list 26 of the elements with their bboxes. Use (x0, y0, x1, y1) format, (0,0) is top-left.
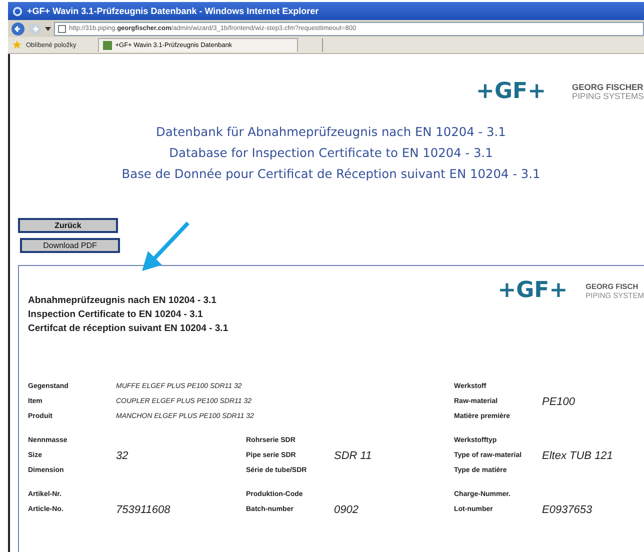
browser-icon (12, 6, 23, 16)
favorites-star-icon[interactable] (12, 40, 22, 50)
certificate-title: Inspection Certificate to EN 10204 - 3.1 (28, 309, 203, 320)
page-heading: Datenbank für Abnahmeprüfzeugnis nach EN 10204 - 3.1 (156, 124, 506, 141)
field-value: 0902 (334, 505, 360, 515)
action-button[interactable]: Zurück (18, 218, 118, 233)
logo: +GF+ (476, 79, 546, 104)
division-name: PIPING SYSTEMS (572, 92, 644, 100)
field-value: PE100 (542, 397, 576, 407)
back-button[interactable] (11, 22, 25, 36)
certificate-title: Certifcat de réception suivant EN 10204 - 3.1 (28, 323, 228, 334)
field-value: 32 (116, 451, 130, 461)
dropdown-icon[interactable] (45, 26, 51, 32)
field-value: 753911608 (116, 505, 172, 515)
page-heading: Database for Inspection Certificate to EN 10204 - 3.1 (169, 145, 493, 162)
certificate-title: Abnahmeprüfzeugnis nach EN 10204 - 3.1 (28, 295, 216, 306)
page-heading: Base de Donnée pour Certificat de Réception suivant EN 10204 - 3.1 (122, 166, 540, 183)
field-value: Eltex TUB 121 (542, 451, 614, 461)
window-title: +GF+ Wavin 3.1-Prüfzeugnis Datenbank - Windows Internet Explorer (27, 6, 319, 16)
field-value: E0937653 (542, 505, 594, 515)
company-name: GEORG FISCHER (572, 82, 644, 92)
action-button[interactable]: Download PDF (20, 238, 120, 253)
field-value: SDR 11 (334, 451, 373, 461)
logo: +GF+ (498, 278, 568, 303)
page-icon (103, 41, 112, 50)
page-icon (58, 24, 66, 32)
